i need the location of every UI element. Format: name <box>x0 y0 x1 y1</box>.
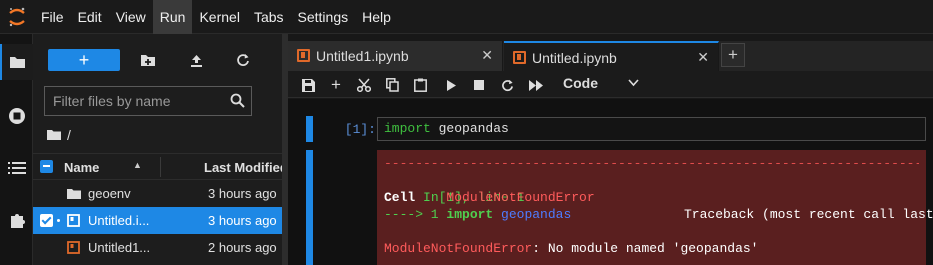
output-collapser[interactable] <box>306 150 313 265</box>
file-row-untitled[interactable]: Untitled.i... 3 hours ago <box>33 207 282 234</box>
new-folder-icon[interactable] <box>137 50 159 70</box>
table-of-contents-icon[interactable] <box>0 150 33 186</box>
tab-untitled[interactable]: Untitled.ipynb ✕ <box>504 41 719 71</box>
column-divider[interactable] <box>160 157 161 177</box>
file-name: Untitled.i... <box>88 213 150 228</box>
traceback-header-line: ModuleNotFoundError Traceback (most rece… <box>384 172 933 222</box>
final-error-message: : No module named 'geopandas' <box>532 241 759 256</box>
file-modified: 2 hours ago <box>208 240 277 255</box>
menu-view[interactable]: View <box>109 0 153 34</box>
file-name: Untitled1... <box>88 240 151 255</box>
run-icon[interactable] <box>441 75 461 95</box>
traceback-separator: ----------------------------------------… <box>384 156 919 171</box>
breadcrumb: / <box>47 126 71 144</box>
file-modified: 3 hours ago <box>208 186 277 201</box>
restart-run-all-icon[interactable] <box>526 75 546 95</box>
menu-kernel[interactable]: Kernel <box>192 0 246 34</box>
menu-file[interactable]: File <box>34 0 71 34</box>
tab-label: Untitled.ipynb <box>532 50 617 66</box>
sort-ascending-icon[interactable]: ▲ <box>133 160 142 170</box>
file-row-untitled1[interactable]: Untitled1... 2 hours ago <box>33 234 282 261</box>
extension-puzzle-icon[interactable] <box>0 202 33 238</box>
notebook-icon <box>513 51 526 64</box>
stop-icon[interactable] <box>469 75 489 95</box>
copy-icon[interactable] <box>382 75 402 95</box>
cut-icon[interactable] <box>354 75 374 95</box>
row-checkbox-checked[interactable] <box>40 214 53 227</box>
file-filter-box <box>44 86 252 116</box>
error-name: ModuleNotFoundError <box>446 190 595 205</box>
file-modified: 3 hours ago <box>208 213 277 228</box>
paste-icon[interactable] <box>410 75 430 95</box>
execution-prompt: [1]: <box>344 122 376 137</box>
file-browser-toolbar: + <box>33 34 282 78</box>
save-icon[interactable] <box>298 75 318 95</box>
traceback-module: geopandas <box>493 207 572 222</box>
breadcrumb-root[interactable]: / <box>67 127 71 143</box>
file-browser: + / Name ▲ Last Modified geoenv <box>33 34 288 265</box>
tab-label: Untitled1.ipynb <box>316 48 409 64</box>
notebook-icon <box>66 213 81 228</box>
new-launcher-button[interactable]: + <box>48 49 120 71</box>
file-name: geoenv <box>88 186 131 201</box>
folder-icon[interactable] <box>47 127 61 143</box>
menu-help[interactable]: Help <box>355 0 398 34</box>
restart-kernel-icon[interactable] <box>497 75 517 95</box>
code-module: geopandas <box>430 121 509 136</box>
folder-icon <box>66 186 81 201</box>
select-all-checkbox[interactable] <box>40 160 53 173</box>
final-error-name: ModuleNotFoundError <box>384 241 533 256</box>
column-name-header[interactable]: Name <box>64 160 99 175</box>
tab-bar: Untitled1.ipynb ✕ Untitled.ipynb ✕ + <box>288 41 933 71</box>
menu-edit[interactable]: Edit <box>71 0 109 34</box>
menu-run[interactable]: Run <box>152 0 193 34</box>
input-collapser[interactable] <box>306 116 313 142</box>
jupyter-logo-icon <box>0 0 34 34</box>
close-icon[interactable]: ✕ <box>697 49 709 66</box>
menu-bar: File Edit View Run Kernel Tabs Settings … <box>0 0 933 34</box>
running-indicator-icon <box>57 219 60 222</box>
notebook-icon <box>66 240 81 255</box>
upload-icon[interactable] <box>185 50 207 70</box>
code-cell-input[interactable]: import geopandas <box>377 117 926 141</box>
chevron-down-icon[interactable] <box>628 75 639 90</box>
folder-icon[interactable] <box>0 44 33 80</box>
error-output: ----------------------------------------… <box>377 150 933 265</box>
menu-settings[interactable]: Settings <box>291 0 356 34</box>
traceback-header: Traceback (most recent call last) <box>684 207 933 222</box>
tab-untitled1[interactable]: Untitled1.ipynb ✕ <box>288 41 503 71</box>
file-list-header: Name ▲ Last Modified <box>33 153 288 180</box>
notebook-icon <box>297 49 310 62</box>
file-row-geoenv[interactable]: geoenv 3 hours ago <box>33 180 282 207</box>
activity-bar <box>0 34 33 265</box>
final-error-line: ModuleNotFoundError: No module named 'ge… <box>384 240 919 257</box>
menu-tabs[interactable]: Tabs <box>247 0 291 34</box>
traceback-import-keyword: import <box>446 207 494 222</box>
cell-type-select[interactable]: Code <box>563 75 598 95</box>
code-keyword: import <box>384 121 431 136</box>
main-area: Untitled1.ipynb ✕ Untitled.ipynb ✕ + + C… <box>288 34 933 265</box>
filter-files-input[interactable] <box>45 87 220 115</box>
column-last-modified-header[interactable]: Last Modified <box>204 160 288 175</box>
running-kernels-icon[interactable] <box>0 98 33 134</box>
new-tab-button[interactable]: + <box>721 43 745 67</box>
notebook-panel: [1]: import geopandas ------------------… <box>288 99 933 265</box>
refresh-icon[interactable] <box>232 50 254 70</box>
notebook-toolbar: + Code <box>288 71 933 98</box>
close-icon[interactable]: ✕ <box>481 47 493 64</box>
insert-cell-icon[interactable]: + <box>326 75 346 95</box>
search-icon <box>230 93 245 111</box>
